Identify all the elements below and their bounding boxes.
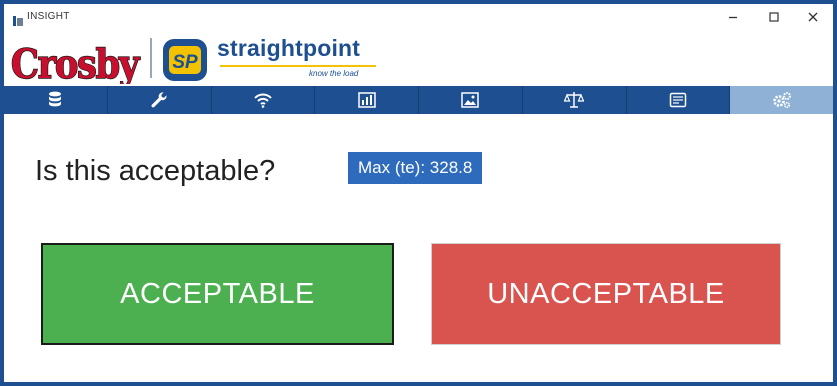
scales-icon <box>564 92 585 108</box>
bar-chart-icon <box>357 92 376 108</box>
gears-icon <box>772 92 791 109</box>
acceptable-button[interactable]: ACCEPTABLE <box>41 243 394 345</box>
nav-tab-database[interactable] <box>4 86 108 114</box>
window-title: INSIGHT <box>27 11 70 22</box>
unacceptable-button[interactable]: UNACCEPTABLE <box>431 243 781 345</box>
nav-bar <box>4 86 833 114</box>
straightpoint-wordmark: straightpoint <box>217 35 361 61</box>
straightpoint-logo-mark: SP <box>162 38 208 87</box>
nav-tab-configuration[interactable] <box>730 86 833 114</box>
nav-tab-chart[interactable] <box>315 86 419 114</box>
nav-tab-scales[interactable] <box>523 86 627 114</box>
straightpoint-underline <box>220 65 376 67</box>
svg-text:Crosby: Crosby <box>11 41 140 84</box>
database-icon <box>49 91 62 107</box>
crosby-logo: Crosby <box>10 32 144 89</box>
app-window: INSIGHT Crosby SP straightpoint know the… <box>0 0 837 386</box>
title-bar: INSIGHT <box>4 4 833 32</box>
nav-tab-report[interactable] <box>627 86 731 114</box>
wrench-icon <box>151 92 167 108</box>
close-icon <box>808 12 818 22</box>
close-button[interactable] <box>796 6 830 28</box>
brand-bar: Crosby SP straightpoint know the load <box>4 32 833 89</box>
wifi-icon <box>254 93 272 108</box>
nav-tab-tools[interactable] <box>108 86 212 114</box>
main-panel: Is this acceptable? Max (te): 328.8 ACCE… <box>4 114 833 382</box>
minimize-icon <box>729 16 737 19</box>
brand-divider <box>150 38 152 78</box>
image-icon <box>461 92 480 108</box>
straightpoint-tagline: know the load <box>309 69 359 78</box>
nav-tab-image[interactable] <box>419 86 523 114</box>
minimize-button[interactable] <box>716 6 750 28</box>
maximize-button[interactable] <box>757 6 791 28</box>
nav-tab-wireless[interactable] <box>212 86 316 114</box>
maximize-icon <box>769 12 779 22</box>
svg-text:SP: SP <box>172 52 198 73</box>
acceptance-question: Is this acceptable? <box>35 155 276 187</box>
max-load-badge: Max (te): 328.8 <box>348 152 483 184</box>
document-icon <box>669 92 687 108</box>
app-icon <box>13 13 23 26</box>
